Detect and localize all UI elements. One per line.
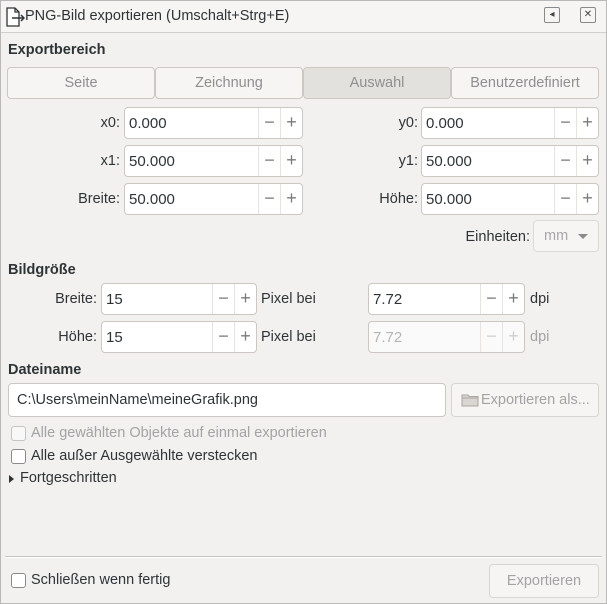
export-area-heading: Exportbereich [8, 42, 106, 58]
dpi-value-disabled: 7.72 [373, 329, 403, 346]
height-pixel-at-label: Pixel bei [261, 329, 316, 345]
batch-export-checkbox [11, 426, 26, 441]
title-bar: PNG-Bild exportieren (Umschalt+Strg+E) ◂… [1, 1, 606, 33]
advanced-expander[interactable]: Fortgeschritten [20, 470, 117, 486]
image-height-spinbox[interactable]: 15 − + [101, 321, 257, 353]
dpi-label: dpi [530, 291, 550, 307]
units-label: Einheiten: [465, 229, 531, 245]
export-as-label: Exportieren als... [481, 392, 590, 408]
y0-spinbox[interactable]: 0.000 − + [421, 107, 599, 139]
area-height-increment-button[interactable]: + [576, 184, 598, 214]
image-width-spinbox[interactable]: 15 − + [101, 283, 257, 315]
dpi-disabled-increment-button: + [502, 322, 524, 352]
chevron-down-icon [578, 234, 588, 239]
export-button[interactable]: Exportieren [489, 564, 599, 598]
image-height-value[interactable]: 15 [106, 329, 123, 346]
window-title: PNG-Bild exportieren (Umschalt+Strg+E) [25, 8, 290, 24]
x0-label: x0: [100, 115, 120, 131]
x0-spinbox[interactable]: 0.000 − + [124, 107, 303, 139]
hide-others-label[interactable]: Alle außer Ausgewählte verstecken [31, 448, 258, 464]
y1-label: y1: [398, 153, 418, 169]
tab-drawing[interactable]: Zeichnung [155, 67, 303, 99]
export-as-button[interactable]: Exportieren als... [451, 383, 599, 417]
y1-spinbox[interactable]: 50.000 − + [421, 145, 599, 177]
dpi-disabled-decrement-button: − [480, 322, 502, 352]
y1-decrement-button[interactable]: − [554, 146, 576, 176]
x1-spinbox[interactable]: 50.000 − + [124, 145, 303, 177]
area-width-label: Breite: [78, 191, 120, 207]
image-height-increment-button[interactable]: + [234, 322, 256, 352]
tab-selection[interactable]: Auswahl [303, 67, 451, 99]
units-value: mm [544, 228, 569, 244]
image-width-value[interactable]: 15 [106, 291, 123, 308]
footer-separator [5, 556, 602, 558]
tab-page[interactable]: Seite [7, 67, 155, 99]
units-dropdown[interactable]: mm [533, 220, 599, 252]
area-height-decrement-button[interactable]: − [554, 184, 576, 214]
y0-decrement-button[interactable]: − [554, 108, 576, 138]
tab-custom[interactable]: Benutzerdefiniert [451, 67, 599, 99]
area-width-increment-button[interactable]: + [280, 184, 302, 214]
area-width-value[interactable]: 50.000 [129, 191, 175, 208]
x1-label: x1: [100, 153, 120, 169]
dpi-decrement-button[interactable]: − [480, 284, 502, 314]
x1-decrement-button[interactable]: − [258, 146, 280, 176]
width-pixel-at-label: Pixel bei [261, 291, 316, 307]
hide-others-checkbox[interactable] [11, 449, 26, 464]
dpi-value[interactable]: 7.72 [373, 291, 402, 308]
area-height-label: Höhe: [379, 191, 418, 207]
export-document-icon [6, 7, 25, 27]
y0-label: y0: [398, 115, 418, 131]
y0-value[interactable]: 0.000 [426, 115, 464, 132]
image-width-label: Breite: [55, 291, 97, 307]
area-height-spinbox[interactable]: 50.000 − + [421, 183, 599, 215]
y1-increment-button[interactable]: + [576, 146, 598, 176]
image-width-increment-button[interactable]: + [234, 284, 256, 314]
close-when-done-label[interactable]: Schließen wenn fertig [31, 572, 170, 588]
area-height-value[interactable]: 50.000 [426, 191, 472, 208]
image-height-decrement-button[interactable]: − [212, 322, 234, 352]
dpi-spinbox[interactable]: 7.72 − + [368, 283, 525, 315]
dpi-label-disabled: dpi [530, 329, 550, 345]
filename-heading: Dateiname [8, 362, 82, 378]
area-width-decrement-button[interactable]: − [258, 184, 280, 214]
batch-export-label: Alle gewählten Objekte auf einmal export… [31, 425, 327, 441]
close-button[interactable]: ✕ [580, 7, 596, 23]
x1-increment-button[interactable]: + [280, 146, 302, 176]
close-when-done-checkbox[interactable] [11, 573, 26, 588]
image-width-decrement-button[interactable]: − [212, 284, 234, 314]
pin-dock-button[interactable]: ◂ [544, 7, 560, 23]
y0-increment-button[interactable]: + [576, 108, 598, 138]
folder-icon [461, 394, 479, 407]
x0-increment-button[interactable]: + [280, 108, 302, 138]
x0-value[interactable]: 0.000 [129, 115, 167, 132]
image-height-label: Höhe: [58, 329, 97, 345]
y1-value[interactable]: 50.000 [426, 153, 472, 170]
x1-value[interactable]: 50.000 [129, 153, 175, 170]
filename-value[interactable]: C:\Users\meinName\meineGrafik.png [17, 392, 258, 408]
area-width-spinbox[interactable]: 50.000 − + [124, 183, 303, 215]
filename-input[interactable]: C:\Users\meinName\meineGrafik.png [8, 383, 446, 417]
image-size-heading: Bildgröße [8, 262, 76, 278]
dpi-spinbox-disabled: 7.72 − + [368, 321, 525, 353]
dpi-increment-button[interactable]: + [502, 284, 524, 314]
expander-arrow-icon[interactable] [9, 475, 14, 483]
x0-decrement-button[interactable]: − [258, 108, 280, 138]
